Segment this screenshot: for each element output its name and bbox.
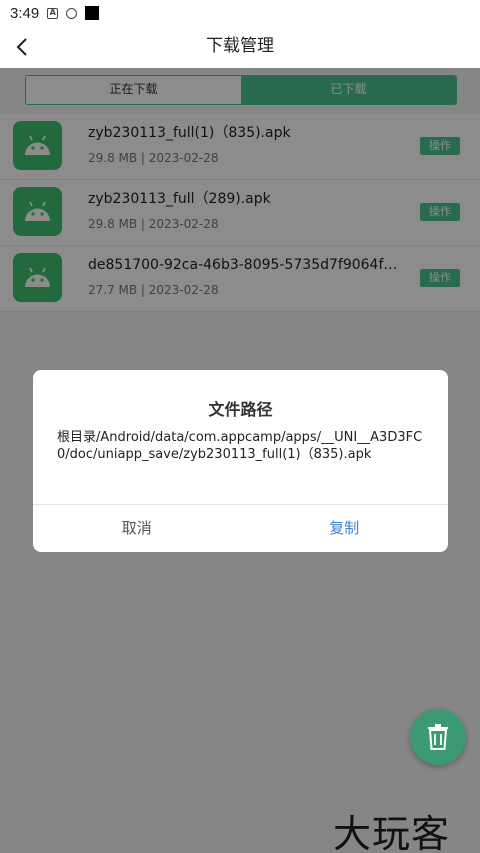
back-button[interactable] — [12, 36, 34, 58]
black-square-icon — [85, 6, 100, 20]
dialog-actions: 取消 复制 — [33, 504, 448, 552]
shield-icon — [66, 7, 78, 19]
chevron-left-icon — [16, 38, 27, 56]
page-title: 下载管理 — [206, 36, 274, 56]
watermark-logo: 大玩客 — [333, 812, 451, 853]
trash-icon — [428, 724, 448, 750]
delete-fab-button[interactable] — [410, 709, 466, 765]
cancel-button[interactable]: 取消 — [33, 505, 241, 552]
file-path-dialog: 文件路径 根目录/Android/data/com.appcamp/apps/_… — [33, 370, 448, 552]
status-time: 3:49 — [10, 4, 40, 22]
top-app-bar: 下载管理 — [0, 26, 480, 68]
dialog-file-path: 根目录/Android/data/com.appcamp/apps/__UNI_… — [57, 430, 423, 462]
copy-button[interactable]: 复制 — [241, 505, 449, 552]
a-notification-icon: A — [47, 7, 59, 19]
status-bar: 3:49 A — [0, 0, 480, 26]
dialog-title: 文件路径 — [208, 400, 273, 419]
